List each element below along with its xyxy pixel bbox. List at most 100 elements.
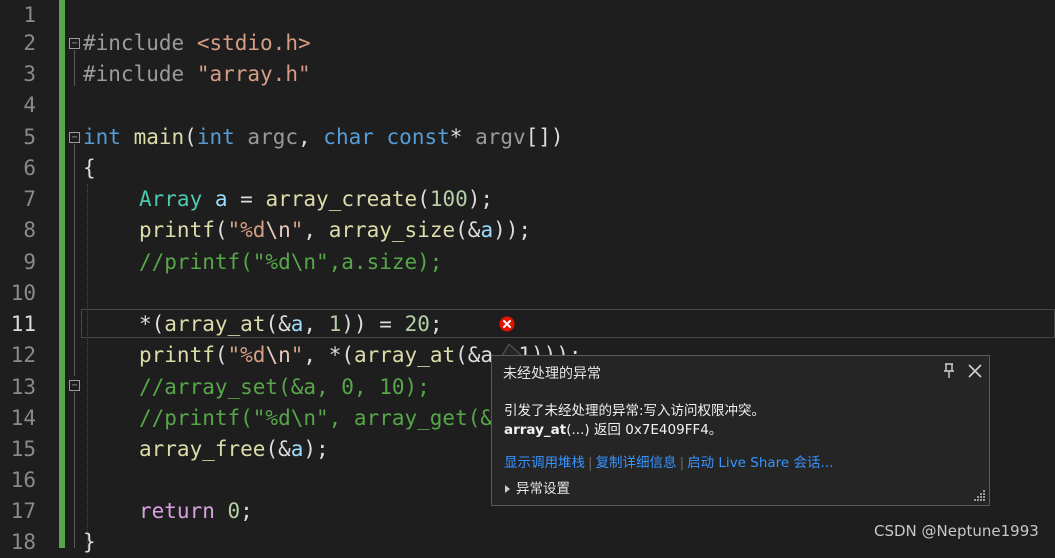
punctuation: (& (265, 312, 291, 336)
punctuation: ( (417, 187, 430, 211)
punctuation: []) (525, 125, 564, 149)
start-live-share-link[interactable]: 启动 Live Share 会话... (687, 455, 833, 471)
popup-actions: 显示调用堆栈 | 复制详细信息 | 启动 Live Share 会话... (504, 451, 833, 471)
exception-detail: array_at(...) 返回 0x7E409FF4。 (504, 418, 722, 438)
number-literal: 20 (404, 312, 430, 336)
line-number: 18 (10, 530, 36, 554)
line-number: 2 (23, 31, 36, 55)
line-number: 15 (10, 437, 36, 461)
line-number: 9 (23, 250, 36, 274)
punctuation: ); (303, 437, 329, 461)
parameter: argv (475, 125, 526, 149)
line-number: 3 (23, 62, 36, 86)
function-name: array_free (139, 437, 266, 461)
variable: a (290, 312, 304, 336)
punctuation: ( (214, 343, 228, 367)
fold-guide (74, 144, 75, 376)
exception-message: 引发了未经处理的异常:写入访问权限冲突。 (504, 403, 766, 419)
line-number-gutter: 1 2 3 4 5 6 7 8 9 10 11 12 13 14 15 16 1… (0, 0, 55, 554)
exception-settings-expander[interactable]: 异常设置 (505, 477, 570, 497)
line-number: 12 (10, 343, 36, 367)
code-line-17[interactable]: return 0; (139, 496, 253, 527)
code-line-13-comment[interactable]: //array_set(&a, 0, 10); (139, 372, 430, 403)
line-number: 1 (23, 3, 36, 27)
close-icon[interactable] (966, 362, 984, 380)
keyword: int (196, 125, 235, 149)
punctuation: , (298, 125, 324, 149)
parameter: argc (247, 125, 298, 149)
error-icon[interactable] (499, 316, 515, 332)
link-divider: | (679, 455, 685, 471)
preprocessor-directive: #include (83, 62, 185, 86)
fold-guide (74, 50, 75, 86)
code-line-8[interactable]: printf("%d\n", array_size(&a)); (139, 215, 531, 246)
code-line-9-comment[interactable]: //printf("%d\n",a.size); (139, 247, 442, 278)
code-line-6[interactable]: { (83, 153, 96, 184)
line-number: 8 (23, 218, 36, 242)
type-name: Array (139, 187, 203, 211)
line-number: 14 (10, 406, 36, 430)
punctuation: * (449, 125, 463, 149)
keyword: int (83, 125, 121, 149)
string-literal: " (290, 218, 304, 242)
fold-toggle-main[interactable]: − (69, 132, 80, 143)
variable: a (214, 187, 228, 211)
code-line-15[interactable]: array_free(&a); (139, 434, 329, 465)
keyword: return (139, 499, 215, 523)
pin-icon[interactable] (941, 362, 957, 380)
code-line-2[interactable]: #include <stdio.h> (83, 28, 311, 59)
number-literal: 0 (227, 499, 241, 523)
punctuation: , *( (303, 343, 354, 367)
keyword: char (323, 125, 374, 149)
string-literal: "%d (227, 343, 266, 367)
punctuation: ); (467, 187, 494, 211)
punctuation: , (303, 218, 329, 242)
fold-toggle-include[interactable]: − (69, 38, 80, 49)
line-number: 16 (10, 468, 36, 492)
indent-guide (87, 184, 88, 548)
variable: a (290, 437, 304, 461)
code-line-5[interactable]: int main(int argc, char const* argv[]) (83, 122, 564, 153)
code-editor[interactable]: 1 2 3 4 5 6 7 8 9 10 11 12 13 14 15 16 1… (0, 0, 1055, 554)
code-line-18[interactable]: } (83, 527, 96, 558)
function-name: array_create (265, 187, 418, 211)
number-literal: 1 (328, 312, 342, 336)
punctuation: = (227, 187, 266, 211)
fold-guide (74, 392, 75, 548)
change-tracking-bar (59, 0, 65, 548)
function-name: array_at (164, 312, 266, 336)
resize-grip-icon[interactable] (972, 488, 986, 502)
line-number-current: 11 (10, 312, 36, 336)
line-number: 5 (23, 125, 36, 149)
code-line-7[interactable]: Array a = array_create(100); (139, 184, 493, 215)
punctuation: ; (429, 312, 443, 336)
escape-sequence: \n (265, 218, 291, 242)
punctuation: , (303, 312, 329, 336)
expand-triangle-icon (505, 485, 510, 493)
line-number: 7 (23, 187, 36, 211)
string-literal: "%d (227, 218, 266, 242)
return-address: (...) 返回 0x7E409FF4。 (566, 422, 723, 438)
copy-details-link[interactable]: 复制详细信息 (596, 455, 677, 471)
link-divider: | (588, 455, 593, 471)
include-header: <stdio.h> (196, 31, 311, 55)
line-number: 4 (23, 93, 36, 117)
escape-sequence: \n (265, 343, 291, 367)
punctuation: ( (214, 218, 228, 242)
number-literal: 100 (429, 187, 468, 211)
function-name: printf (139, 218, 215, 242)
keyword: const (386, 125, 450, 149)
code-line-11[interactable]: *(array_at(&a, 1)) = 20; (139, 309, 443, 340)
fold-toggle-comment[interactable]: − (69, 380, 80, 391)
punctuation: (& (265, 437, 291, 461)
code-line-3[interactable]: #include "array.h" (83, 59, 311, 90)
show-call-stack-link[interactable]: 显示调用堆栈 (504, 455, 585, 471)
variable: a (480, 218, 494, 242)
line-number: 13 (10, 375, 36, 399)
function-name: array_size (328, 218, 456, 242)
function-reference: array_at (504, 422, 567, 438)
string-literal: " (290, 343, 304, 367)
watermark: CSDN @Neptune1993 (874, 522, 1039, 540)
exception-settings-label: 异常设置 (516, 481, 570, 497)
punctuation: *( (139, 312, 165, 336)
